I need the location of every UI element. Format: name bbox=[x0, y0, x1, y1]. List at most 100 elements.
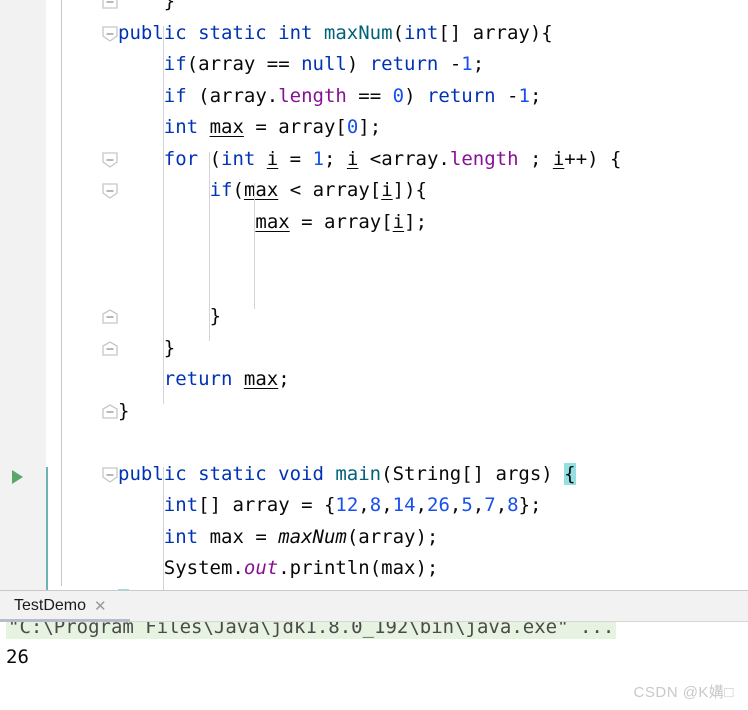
code-token: = bbox=[278, 147, 313, 170]
code-token: static bbox=[198, 462, 279, 485]
indent-guide bbox=[254, 183, 256, 309]
code-token: = array[ bbox=[289, 210, 393, 233]
code-token: } bbox=[118, 399, 130, 422]
code-token: } bbox=[209, 305, 222, 327]
code-token: ) bbox=[346, 53, 370, 75]
code-token: for bbox=[163, 147, 210, 170]
code-line[interactable]: for (int i = 1; i <array.length ; i++) { bbox=[0, 144, 748, 176]
code-token: int bbox=[163, 494, 199, 516]
code-token: void bbox=[278, 462, 336, 485]
code-token: , bbox=[358, 494, 370, 516]
code-token: int bbox=[221, 147, 267, 170]
code-token: max bbox=[255, 210, 290, 233]
code-token: , bbox=[495, 494, 508, 516]
code-token: public bbox=[118, 462, 199, 485]
code-line[interactable]: max = array[i]; bbox=[0, 207, 748, 239]
code-editor[interactable]: } public static int maxNum(int[] array){i… bbox=[0, 0, 748, 590]
code-line[interactable]: int max = maxNum(array); bbox=[0, 522, 748, 554]
close-icon[interactable]: ✕ bbox=[94, 598, 107, 614]
code-token: 8 bbox=[369, 494, 382, 516]
code-token: i bbox=[266, 147, 279, 170]
code-line[interactable]: } bbox=[0, 301, 748, 333]
console-tabbar: TestDemo ✕ bbox=[0, 591, 748, 622]
code-token: , bbox=[381, 494, 393, 516]
code-token: ( bbox=[232, 179, 244, 201]
code-token: < array[ bbox=[278, 179, 382, 201]
code-token: 0 bbox=[346, 116, 359, 138]
code-token: }; bbox=[518, 494, 542, 516]
code-token: static bbox=[198, 21, 279, 44]
code-line[interactable] bbox=[0, 238, 748, 270]
code-token: length bbox=[278, 84, 347, 107]
code-line[interactable]: if(max < array[i]){ bbox=[0, 175, 748, 207]
code-token: maxNum bbox=[323, 21, 393, 44]
code-line[interactable] bbox=[0, 270, 748, 302]
code-line[interactable]: } bbox=[0, 396, 748, 428]
console-command-line: "C:\Program Files\Java\jdk1.8.0_192\bin\… bbox=[6, 622, 617, 639]
code-token: length bbox=[449, 147, 519, 170]
code-line[interactable]: return max; bbox=[0, 364, 748, 396]
code-token: <array. bbox=[358, 147, 450, 170]
code-line[interactable]: if (array.length == 0) return -1; bbox=[0, 81, 748, 113]
code-line[interactable]: public static int maxNum(int[] array){ bbox=[0, 18, 748, 50]
code-token: i bbox=[346, 147, 359, 170]
code-line[interactable]: int max = array[0]; bbox=[0, 112, 748, 144]
code-token: System. bbox=[163, 557, 244, 579]
code-token: i bbox=[381, 179, 393, 201]
code-token: int bbox=[163, 525, 210, 548]
code-token: null bbox=[301, 53, 347, 75]
run-console-panel: TestDemo ✕ "C:\Program Files\Java\jdk1.8… bbox=[0, 590, 748, 710]
code-token: { bbox=[564, 462, 576, 485]
code-line[interactable] bbox=[0, 427, 748, 459]
code-token: [] array = { bbox=[198, 494, 336, 516]
code-line[interactable]: } bbox=[0, 0, 748, 18]
code-token: 12 bbox=[335, 494, 359, 516]
indent-guide bbox=[162, 466, 164, 590]
code-token: , bbox=[449, 494, 462, 516]
code-token: max bbox=[243, 179, 279, 201]
code-token: (array); bbox=[346, 525, 439, 548]
code-token: 1 bbox=[461, 53, 473, 75]
code-token: ; bbox=[518, 147, 553, 170]
code-token: return bbox=[163, 368, 244, 390]
code-token: int bbox=[278, 21, 324, 44]
code-token: 26 bbox=[427, 494, 450, 516]
code-token: = array[ bbox=[243, 116, 347, 138]
code-content[interactable]: } public static int maxNum(int[] array){i… bbox=[0, 0, 748, 590]
code-token: ; bbox=[278, 368, 290, 390]
code-token: ++) { bbox=[564, 147, 622, 170]
code-line[interactable]: public static void main(String[] args) { bbox=[0, 459, 748, 491]
code-token: public bbox=[118, 21, 199, 44]
code-token: - bbox=[507, 84, 519, 107]
code-token: , bbox=[472, 494, 485, 516]
code-token: 5 bbox=[461, 494, 473, 516]
code-line[interactable]: System.out.println(max); bbox=[0, 553, 748, 585]
code-line[interactable]: } bbox=[0, 333, 748, 365]
code-token: 0 bbox=[392, 84, 405, 107]
indent-guide bbox=[162, 25, 164, 404]
code-token: (String[] args) bbox=[381, 462, 565, 485]
code-token: if bbox=[163, 53, 187, 75]
code-token: ( bbox=[209, 147, 222, 170]
code-token: ]; bbox=[404, 210, 428, 233]
code-token: } bbox=[118, 0, 176, 12]
code-line[interactable]: if(array == null) return -1; bbox=[0, 49, 748, 81]
code-token: - bbox=[449, 53, 462, 75]
code-token: (array. bbox=[186, 84, 279, 107]
code-token: max = bbox=[209, 525, 279, 548]
code-token: (array == bbox=[186, 53, 302, 75]
run-arrow-icon[interactable] bbox=[12, 469, 23, 484]
indent-guide bbox=[208, 151, 210, 341]
code-token: 1 bbox=[518, 84, 530, 107]
code-token: 1 bbox=[312, 147, 325, 170]
code-token: max bbox=[209, 116, 244, 138]
code-token: 7 bbox=[484, 494, 496, 516]
console-tab-testdemo[interactable]: TestDemo ✕ bbox=[0, 591, 121, 621]
code-token: int bbox=[163, 116, 210, 138]
code-token: ( bbox=[392, 21, 405, 44]
code-token: return bbox=[369, 53, 450, 75]
code-line[interactable]: int[] array = {12,8,14,26,5,7,8}; bbox=[0, 490, 748, 522]
code-token: ; bbox=[529, 84, 542, 107]
code-token: i bbox=[552, 147, 565, 170]
csdn-watermark: CSDN @K媾□ bbox=[633, 684, 734, 701]
